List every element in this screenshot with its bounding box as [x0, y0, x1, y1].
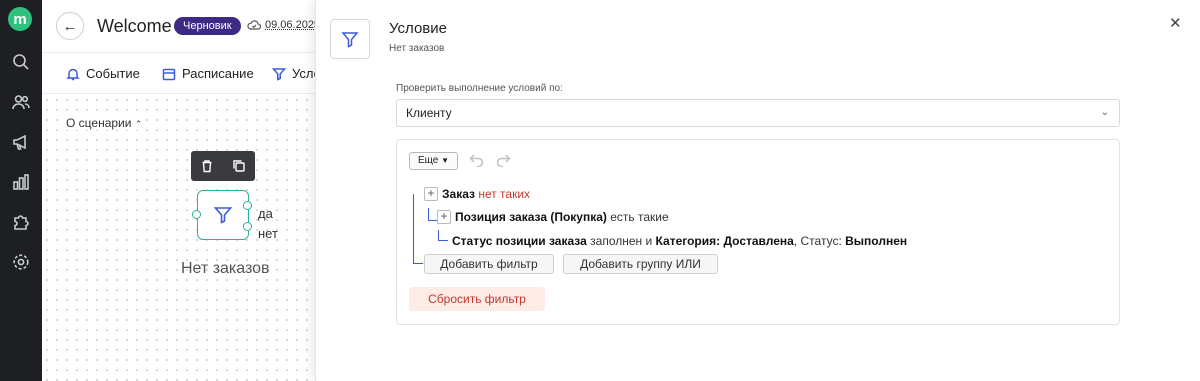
node-toolbar	[191, 151, 255, 181]
scenario-tabs: Событие Расписание Усло	[42, 52, 322, 94]
condition-row-item-status[interactable]: Статус позиции заказа заполнен и Категор…	[452, 234, 907, 248]
condition-row-order[interactable]: Заказ нет таких	[442, 187, 530, 201]
users-icon[interactable]	[11, 92, 31, 112]
left-nav-rail: m	[0, 0, 42, 381]
megaphone-icon[interactable]	[11, 132, 31, 152]
puzzle-icon[interactable]	[11, 212, 31, 232]
yes-branch-label: да	[258, 206, 273, 221]
tab-condition[interactable]: Усло	[272, 66, 321, 81]
more-dropdown-button[interactable]: Еще ▼	[409, 152, 459, 170]
tab-label: Расписание	[182, 66, 254, 81]
tree-connector-level3	[438, 230, 448, 241]
filter-icon	[213, 207, 233, 224]
saved-date[interactable]: 09.06.2025	[265, 19, 320, 31]
check-by-value: Клиенту	[406, 106, 452, 120]
status-label: , Статус:	[793, 234, 842, 248]
more-label: Еще	[418, 155, 439, 166]
condition-state: нет таких	[478, 187, 531, 201]
trash-icon[interactable]	[200, 159, 214, 173]
condition-field: Статус позиции заказа	[452, 234, 587, 248]
condition-entity: Заказ	[442, 187, 475, 201]
category-label: Категория:	[655, 234, 721, 248]
tab-label: Событие	[86, 66, 140, 81]
node-label: Нет заказов	[181, 260, 270, 277]
page-title: Welcome	[97, 16, 172, 36]
add-or-group-button[interactable]: Добавить группу ИЛИ	[563, 254, 718, 274]
close-icon[interactable]: ✕	[1169, 16, 1182, 32]
redo-icon[interactable]	[495, 153, 511, 172]
tree-connector-root	[413, 194, 423, 264]
tab-schedule[interactable]: Расписание	[162, 66, 254, 81]
no-branch-label: нет	[258, 226, 278, 241]
settings-gear-icon[interactable]	[11, 252, 31, 272]
expand-plus-icon[interactable]: +	[437, 210, 451, 224]
condition-entity: Позиция заказа (Покупка)	[455, 210, 607, 224]
cloud-saved-icon	[247, 18, 262, 36]
expand-plus-icon[interactable]: +	[424, 187, 438, 201]
check-by-label: Проверить выполнение условий по:	[396, 83, 563, 94]
check-by-select[interactable]: Клиенту ⌄	[396, 99, 1120, 127]
tree-connector-level2	[428, 208, 437, 221]
copy-icon[interactable]	[232, 159, 246, 173]
back-button[interactable]: ←	[56, 12, 84, 40]
chevron-down-icon: ⌄	[1100, 107, 1109, 118]
condition-state: заполнен и	[590, 234, 653, 248]
tab-event[interactable]: Событие	[66, 66, 140, 81]
add-filter-button[interactable]: Добавить фильтр	[424, 254, 554, 274]
chevron-up-icon: ⌃	[134, 119, 143, 129]
node-no-port[interactable]	[243, 222, 252, 231]
panel-subtitle: Нет заказов	[389, 43, 445, 54]
undo-icon[interactable]	[469, 153, 485, 172]
caret-down-icon: ▼	[441, 156, 450, 165]
about-label: О сценарии	[66, 116, 132, 130]
reset-filter-button[interactable]: Сбросить фильтр	[409, 287, 545, 311]
condition-row-order-item[interactable]: Позиция заказа (Покупка) есть такие	[455, 210, 669, 224]
calendar-icon	[162, 68, 176, 80]
search-icon[interactable]	[11, 52, 31, 72]
category-value: Доставлена	[723, 234, 794, 248]
analytics-icon[interactable]	[11, 172, 31, 192]
bell-icon	[66, 68, 80, 80]
condition-state: есть такие	[610, 210, 669, 224]
node-yes-port[interactable]	[243, 201, 252, 210]
panel-title: Условие	[389, 20, 447, 37]
about-scenario-toggle[interactable]: О сценарии ⌃	[66, 116, 143, 130]
status-badge: Черновик	[174, 17, 241, 35]
arrow-left-icon: ←	[62, 17, 78, 35]
app-logo[interactable]: m	[8, 7, 32, 31]
status-value: Выполнен	[845, 234, 908, 248]
filter-icon	[272, 67, 286, 81]
panel-filter-icon	[330, 19, 370, 59]
condition-node[interactable]	[197, 190, 249, 240]
node-input-port[interactable]	[192, 210, 201, 219]
